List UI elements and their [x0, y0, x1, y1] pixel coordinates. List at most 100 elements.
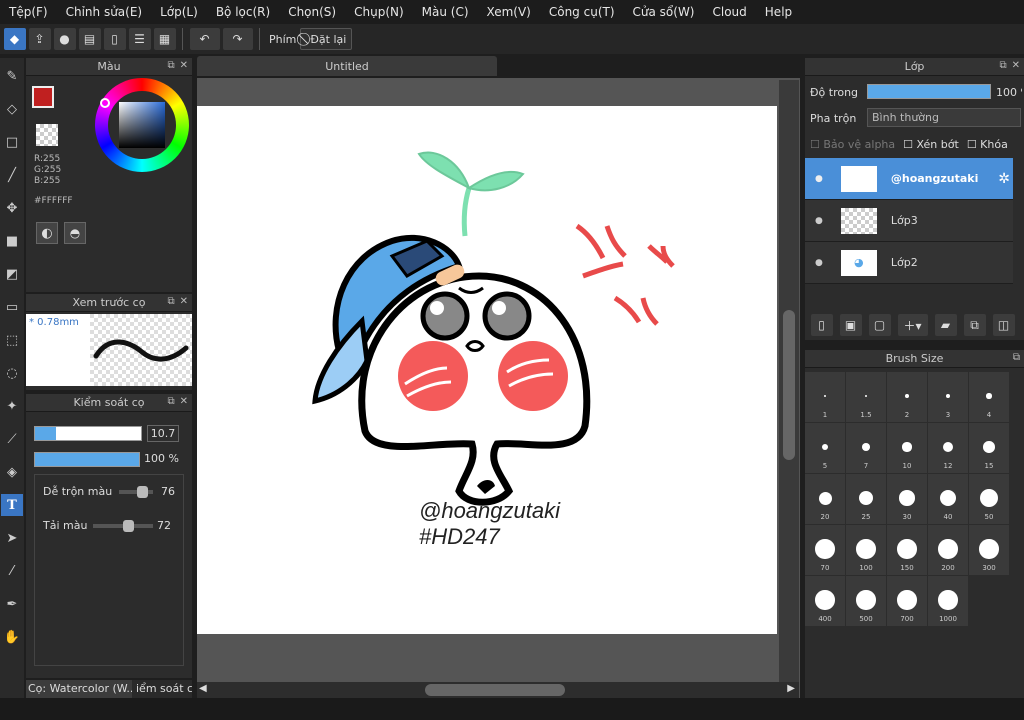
magic-wand-tool-icon[interactable]: ✦ — [1, 395, 23, 417]
eraser-tool-icon[interactable]: ◇ — [1, 98, 23, 120]
popout-icon[interactable]: ⧉ — [167, 296, 174, 307]
brush-size-value[interactable]: 10.7 — [147, 425, 179, 442]
tab-brush[interactable]: Cọ: Watercolor (W... — [26, 680, 132, 698]
menu-select[interactable]: Chọn(S) — [279, 5, 345, 19]
brush-size-slider[interactable] — [34, 426, 142, 441]
comment-icon[interactable]: ● — [53, 28, 76, 50]
text-tool-icon[interactable]: T — [1, 494, 23, 516]
brush-size-cell[interactable]: 15 — [969, 423, 1009, 473]
bucket-tool-icon[interactable]: ◩ — [1, 263, 23, 285]
color-set-icon[interactable]: ◓ — [64, 222, 86, 244]
grid-icon[interactable]: ▦ — [153, 28, 176, 50]
clip-checkbox[interactable]: ☐ Xén bớt — [903, 138, 959, 151]
new-folder-icon[interactable]: ▰ — [934, 314, 957, 336]
hue-handle[interactable] — [100, 98, 110, 108]
brush-size-cell[interactable]: 1000 — [928, 576, 968, 626]
add-layer-menu-icon[interactable]: ＋▾ — [897, 314, 928, 336]
brush-size-cell[interactable]: 200 — [928, 525, 968, 575]
tab-untitled[interactable]: Untitled — [197, 56, 497, 76]
foreground-color-swatch[interactable] — [32, 86, 54, 108]
transparent-color-swatch[interactable] — [36, 124, 58, 146]
brush-size-cell[interactable]: 25 — [846, 474, 886, 524]
hand-tool-icon[interactable]: ✋ — [1, 626, 23, 648]
brush-size-cell[interactable]: 1.5 — [846, 372, 886, 422]
close-icon[interactable]: ✕ — [180, 296, 188, 307]
tab-brush-control[interactable]: iểm soát c — [132, 680, 192, 698]
drawing-paper[interactable]: @hoangzutaki #HD247 — [197, 106, 777, 634]
line-tool-icon[interactable]: ╱ — [1, 164, 23, 186]
chat-icon[interactable]: ▤ — [78, 28, 101, 50]
scroll-left-icon[interactable]: ◀ — [199, 683, 207, 694]
visibility-icon[interactable]: ● — [815, 258, 823, 268]
close-icon[interactable]: ✕ — [1012, 60, 1020, 71]
brush-size-cell[interactable]: 150 — [887, 525, 927, 575]
brush-size-cell[interactable]: 30 — [887, 474, 927, 524]
menu-filter[interactable]: Bộ lọc(R) — [207, 5, 279, 19]
rectangle-tool-icon[interactable]: □ — [1, 131, 23, 153]
reset-button[interactable]: ⃠ Đặt lại — [300, 28, 353, 50]
brush-size-cell[interactable]: 100 — [846, 525, 886, 575]
brush-size-cell[interactable]: 3 — [928, 372, 968, 422]
new-halftone-layer-icon[interactable]: ▣ — [839, 314, 862, 336]
menu-cloud[interactable]: Cloud — [704, 5, 756, 19]
popout-icon[interactable]: ⧉ — [1013, 352, 1020, 363]
brush-size-cell[interactable]: 700 — [887, 576, 927, 626]
select-eraser-tool-icon[interactable]: ◈ — [1, 461, 23, 483]
brush-size-cell[interactable]: 70 — [805, 525, 845, 575]
scroll-right-icon[interactable]: ▶ — [787, 683, 795, 694]
popout-icon[interactable]: ⧉ — [167, 396, 174, 407]
new-layer-icon[interactable]: ▯ — [810, 314, 833, 336]
vertical-scroll-thumb[interactable] — [783, 310, 795, 460]
popout-icon[interactable]: ⧉ — [999, 60, 1006, 71]
menu-view[interactable]: Xem(V) — [478, 5, 540, 19]
lock-checkbox[interactable]: ☐ Khóa — [967, 138, 1008, 151]
gradient-tool-icon[interactable]: ▭ — [1, 296, 23, 318]
move-tool-icon[interactable]: ✥ — [1, 197, 23, 219]
undo-button[interactable]: ↶ — [189, 28, 220, 50]
brush-size-cell[interactable]: 500 — [846, 576, 886, 626]
pen-tool-icon[interactable]: ✒ — [1, 593, 23, 615]
select-pen-tool-icon[interactable]: ⟋ — [1, 428, 23, 450]
brush-size-cell[interactable]: 7 — [846, 423, 886, 473]
dropper-tool-icon[interactable]: ⁄ — [1, 560, 23, 582]
eraser-mode-icon[interactable]: ◆ — [3, 28, 26, 50]
vertical-scrollbar[interactable] — [779, 80, 799, 686]
rect-select-tool-icon[interactable]: ⬚ — [1, 329, 23, 351]
redo-button[interactable]: ↷ — [222, 28, 253, 50]
document-icon[interactable]: ▯ — [103, 28, 126, 50]
brush-size-cell[interactable]: 2 — [887, 372, 927, 422]
hue-wheel[interactable] — [95, 78, 189, 172]
protect-alpha-checkbox[interactable]: ☐ Bảo vệ alpha — [810, 138, 895, 151]
brush-size-cell[interactable]: 40 — [928, 474, 968, 524]
layer-row[interactable]: ● Lớp3 — [805, 200, 1013, 242]
layer-opacity-slider[interactable] — [867, 84, 991, 99]
brush-size-cell[interactable]: 400 — [805, 576, 845, 626]
brush-size-cell[interactable]: 4 — [969, 372, 1009, 422]
layer-row[interactable]: ● @hoangzutaki ✲ — [805, 158, 1013, 200]
lasso-tool-icon[interactable]: ◌ — [1, 362, 23, 384]
popout-icon[interactable]: ⧉ — [167, 60, 174, 71]
menu-capture[interactable]: Chụp(N) — [345, 5, 413, 19]
brush-size-cell[interactable]: 12 — [928, 423, 968, 473]
blend-mode-select[interactable]: Bình thường — [867, 108, 1021, 127]
menu-file[interactable]: Tệp(F) — [0, 5, 57, 19]
menu-help[interactable]: Help — [756, 5, 801, 19]
close-icon[interactable]: ✕ — [180, 396, 188, 407]
brush-size-cell[interactable]: 50 — [969, 474, 1009, 524]
brush-opacity-slider[interactable] — [34, 452, 140, 467]
fill-rect-tool-icon[interactable]: ■ — [1, 230, 23, 252]
brush-size-cell[interactable]: 20 — [805, 474, 845, 524]
merge-layer-icon[interactable]: ◫ — [992, 314, 1015, 336]
brush-size-cell[interactable]: 1 — [805, 372, 845, 422]
brush-size-cell[interactable]: 10 — [887, 423, 927, 473]
layer-row[interactable]: ● ◕ Lớp2 — [805, 242, 1013, 284]
close-icon[interactable]: ✕ — [180, 60, 188, 71]
blend-slider[interactable] — [119, 486, 153, 498]
saturation-value-square[interactable] — [119, 102, 165, 148]
menu-window[interactable]: Cửa sổ(W) — [624, 5, 704, 19]
palette-icon[interactable]: ◐ — [36, 222, 58, 244]
horizontal-scrollbar[interactable]: ◀ ▶ — [197, 682, 799, 698]
share-icon[interactable]: ⇪ — [28, 28, 51, 50]
brush-tool-icon[interactable]: ✎ — [1, 65, 23, 87]
horizontal-scroll-thumb[interactable] — [425, 684, 565, 696]
